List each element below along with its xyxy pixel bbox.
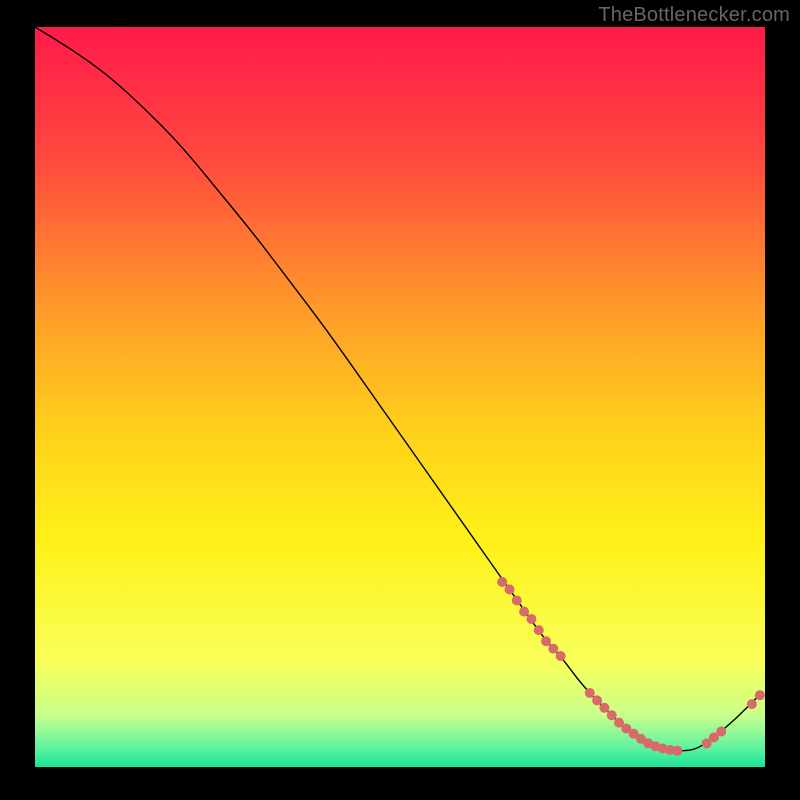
highlight-point — [526, 614, 536, 624]
highlight-point — [497, 577, 507, 587]
highlight-point — [592, 695, 602, 705]
highlight-point — [519, 607, 529, 617]
highlight-point — [607, 710, 617, 720]
highlight-point — [534, 625, 544, 635]
highlight-point — [755, 690, 765, 700]
highlight-point — [541, 636, 551, 646]
highlight-point — [585, 688, 595, 698]
highlight-point — [548, 644, 558, 654]
highlight-point — [716, 726, 726, 736]
highlight-point — [599, 703, 609, 713]
highlight-point — [747, 699, 757, 709]
highlight-point — [512, 596, 522, 606]
watermark-label: TheBottlenecker.com — [598, 4, 790, 27]
highlight-point — [672, 746, 682, 756]
gradient-background — [35, 27, 765, 767]
plot-area — [35, 27, 765, 767]
highlight-point — [556, 651, 566, 661]
chart-container: TheBottlenecker.com — [0, 0, 800, 800]
chart-svg — [35, 27, 765, 767]
highlight-point — [505, 584, 515, 594]
